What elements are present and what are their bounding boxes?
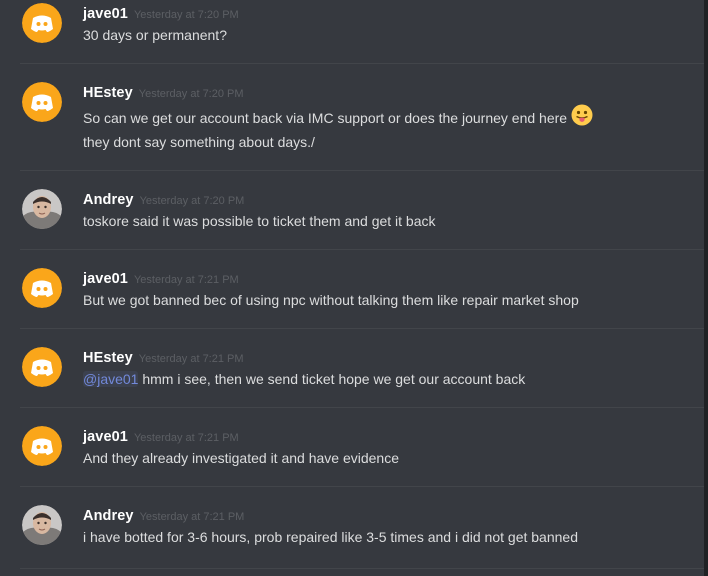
timestamp: Yesterday at 7:21 PM: [138, 353, 244, 365]
message-header: jave01 Yesterday at 7:20 PM: [83, 5, 239, 23]
user-photo-avatar[interactable]: [22, 505, 62, 545]
message-header: jave01 Yesterday at 7:21 PM: [83, 428, 239, 446]
timestamp: Yesterday at 7:21 PM: [139, 511, 245, 523]
message-divider: [20, 63, 704, 64]
message-header: HEstey Yesterday at 7:20 PM: [83, 84, 244, 102]
scrollbar-thumb[interactable]: [704, 0, 708, 576]
message-divider: [20, 568, 704, 569]
discord-logo-icon: [22, 347, 62, 387]
discord-logo-icon: [22, 426, 62, 466]
chat-messages-area: jave01 Yesterday at 7:20 PM 30 days or pe…: [0, 0, 704, 576]
user-photo-icon: [22, 189, 62, 229]
message-header: HEstey Yesterday at 7:21 PM: [83, 349, 244, 367]
message-text: i have botted for 3-6 hours, prob repair…: [83, 529, 578, 545]
discord-logo-icon: [22, 3, 62, 43]
message-header: Andrey Yesterday at 7:21 PM: [83, 507, 244, 525]
message-divider: [20, 170, 704, 171]
user-photo-icon: [22, 505, 62, 545]
discord-default-avatar[interactable]: [22, 82, 62, 122]
discord-default-avatar[interactable]: [22, 268, 62, 308]
discord-default-avatar[interactable]: [22, 347, 62, 387]
discord-default-avatar[interactable]: [22, 426, 62, 466]
message-text: 30 days or permanent?: [83, 27, 227, 43]
username[interactable]: Andrey: [83, 192, 134, 208]
username[interactable]: HEstey: [83, 85, 133, 101]
message-text-content: So can we get our account back via IMC s…: [83, 110, 568, 127]
username[interactable]: HEstey: [83, 350, 133, 366]
timestamp: Yesterday at 7:20 PM: [133, 9, 239, 21]
message-divider: [20, 407, 704, 408]
username[interactable]: Andrey: [83, 508, 134, 524]
user-mention[interactable]: @jave01: [83, 371, 139, 387]
message-text: So can we get our account back via IMC s…: [83, 104, 593, 133]
username[interactable]: jave01: [83, 271, 128, 287]
message-text: But we got banned bec of using npc witho…: [83, 292, 579, 308]
message-text: they dont say something about days./: [83, 134, 315, 150]
message-header: jave01 Yesterday at 7:21 PM: [83, 270, 239, 288]
message-text-content: hmm i see, then we send ticket hope we g…: [142, 371, 526, 387]
message-divider: [20, 486, 704, 487]
timestamp: Yesterday at 7:20 PM: [139, 195, 245, 207]
message-header: Andrey Yesterday at 7:20 PM: [83, 191, 244, 209]
username[interactable]: jave01: [83, 6, 128, 22]
message-text: @jave01 hmm i see, then we send ticket h…: [83, 369, 525, 389]
timestamp: Yesterday at 7:21 PM: [133, 274, 239, 286]
username[interactable]: jave01: [83, 429, 128, 445]
discord-logo-icon: [22, 82, 62, 122]
message-text: And they already investigated it and hav…: [83, 450, 399, 466]
timestamp: Yesterday at 7:20 PM: [138, 88, 244, 100]
discord-logo-icon: [22, 268, 62, 308]
timestamp: Yesterday at 7:21 PM: [133, 432, 239, 444]
user-photo-avatar[interactable]: [22, 189, 62, 229]
message-divider: [20, 328, 704, 329]
message-divider: [20, 249, 704, 250]
message-text: toskore said it was possible to ticket t…: [83, 213, 436, 229]
face-with-tongue-emoji[interactable]: [571, 104, 593, 131]
discord-default-avatar[interactable]: [22, 3, 62, 43]
